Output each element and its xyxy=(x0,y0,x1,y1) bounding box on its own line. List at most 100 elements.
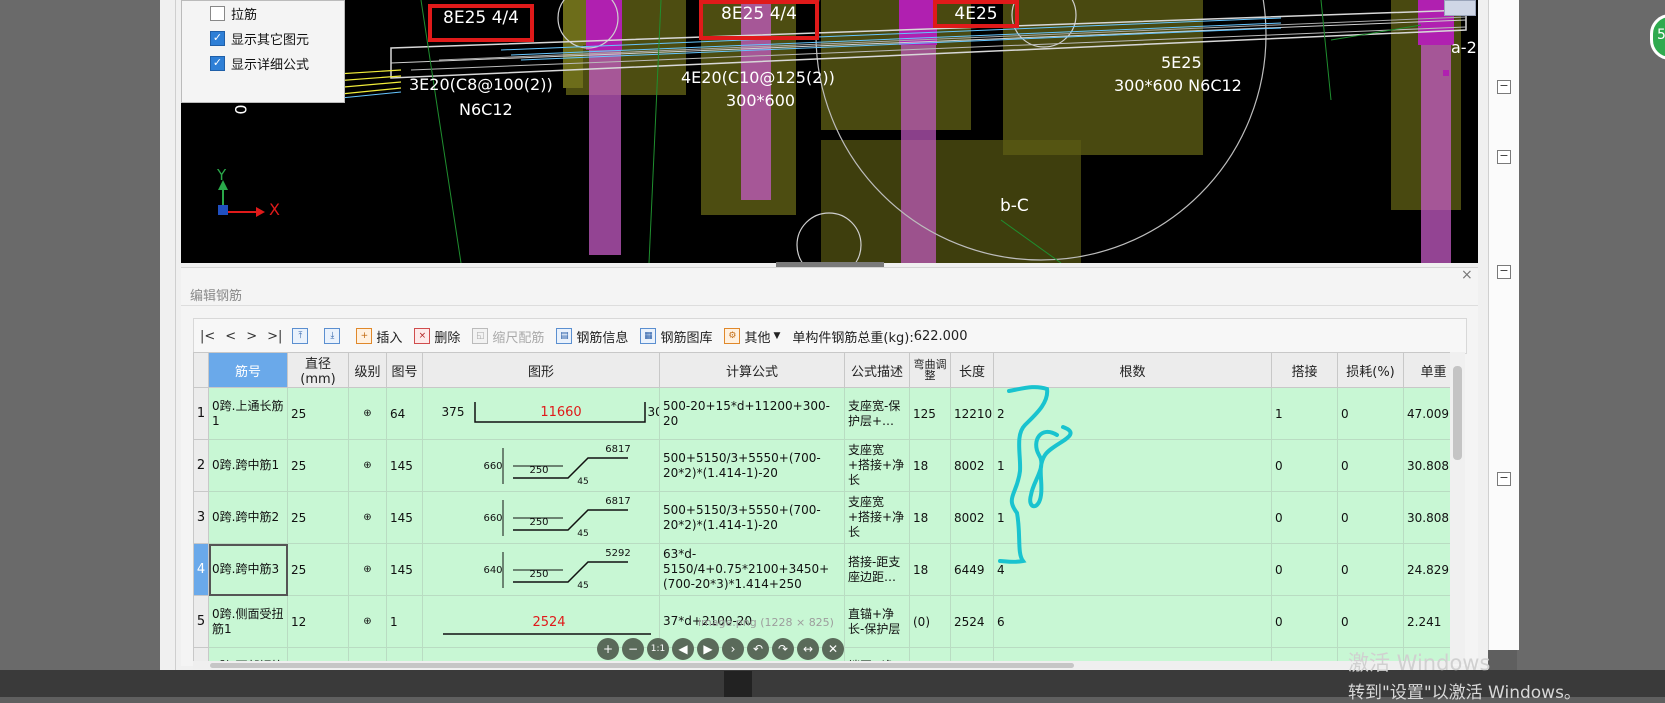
rebar-name-cell[interactable]: 0跨.侧面受扭筋1 xyxy=(208,595,288,648)
bend-adjust-cell[interactable]: 18 xyxy=(909,543,951,596)
rebar-name-cell[interactable]: 0跨.跨中筋3 xyxy=(208,543,288,596)
formula-cell[interactable]: 63*d-5150/4+0.75*2100+3450+(700-20*3)*1.… xyxy=(659,543,845,596)
grade-cell[interactable]: ⊕ xyxy=(348,491,387,544)
delete-button[interactable]: × 删除 xyxy=(414,327,460,346)
column-header[interactable]: 图形 xyxy=(422,352,660,388)
fit-width-button[interactable]: ↔ xyxy=(797,638,819,660)
column-header[interactable]: 筋号 xyxy=(208,352,288,388)
row-number[interactable]: 5 xyxy=(193,595,209,648)
rebar-name-cell[interactable]: 0跨.上通长筋1 xyxy=(208,387,288,440)
formula-description-cell[interactable]: 直锚+净长-保护层 xyxy=(844,595,910,648)
rebar-library-button[interactable]: ▦ 钢筋图库 xyxy=(640,327,712,346)
bend-adjust-cell[interactable]: 125 xyxy=(909,387,951,440)
formula-cell[interactable]: 500+5150/3+5550+(700-20*2)*(1.414-1)-20 xyxy=(659,439,845,492)
next-image-button[interactable]: ▶ xyxy=(697,638,719,660)
column-header[interactable]: 图号 xyxy=(386,352,423,388)
unit-weight-cell[interactable]: 2.241 xyxy=(1403,595,1450,648)
forward-button[interactable]: › xyxy=(722,638,744,660)
grade-cell[interactable]: ⊕ xyxy=(348,543,387,596)
grade-cell[interactable]: ⊕ xyxy=(348,439,387,492)
diameter-cell[interactable]: 25 xyxy=(287,439,349,492)
shape-cell[interactable]: 6817 660 250 45 xyxy=(422,491,660,544)
column-header[interactable]: 计算公式 xyxy=(659,352,845,388)
rotate-right-button[interactable]: ↷ xyxy=(772,638,794,660)
table-row[interactable]: 10跨.上通长筋125⊕6437511660300500-20+15*d+112… xyxy=(193,387,1450,440)
view-grid-icon[interactable] xyxy=(1444,0,1476,16)
scale-rebar-button[interactable]: ◱ 缩尺配筋 xyxy=(472,327,544,346)
rebar-label-box[interactable]: 8E25 4/4 xyxy=(428,4,534,42)
count-cell[interactable]: 6 xyxy=(993,595,1272,648)
column-header[interactable]: 根数 xyxy=(993,352,1272,388)
column-header[interactable]: 级别 xyxy=(348,352,387,388)
collapse-icon[interactable]: − xyxy=(1497,150,1511,164)
table-row[interactable]: 2 0跨.跨中筋1 25 ⊕ 145 6817 660 250 45 500+5150/3+555… xyxy=(193,439,1450,492)
diameter-cell[interactable]: 25 xyxy=(287,387,349,440)
collapse-icon[interactable]: − xyxy=(1497,80,1511,94)
checkbox-show-formula[interactable]: ✓ xyxy=(210,56,225,71)
diameter-cell[interactable]: 25 xyxy=(287,491,349,544)
column-header[interactable]: 搭接 xyxy=(1271,352,1338,388)
checkbox-show-others[interactable]: ✓ xyxy=(210,31,225,46)
next-record-button[interactable]: > xyxy=(246,329,257,344)
diameter-cell[interactable]: 25 xyxy=(287,543,349,596)
shape-cell[interactable]: 375 11660 300 xyxy=(422,387,660,440)
option-row[interactable]: 拉筋 xyxy=(182,1,344,26)
collapse-icon[interactable]: − xyxy=(1497,472,1511,486)
row-number[interactable]: 1 xyxy=(193,387,209,440)
collapse-icon[interactable]: − xyxy=(1497,265,1511,279)
formula-description-cell[interactable]: 支座宽-保护层+… xyxy=(844,387,910,440)
loss-cell[interactable]: 0 xyxy=(1337,387,1404,440)
lap-cell[interactable]: 0 xyxy=(1271,491,1338,544)
prev-image-button[interactable]: ◀ xyxy=(672,638,694,660)
loss-cell[interactable]: 0 xyxy=(1337,543,1404,596)
formula-cell[interactable]: 500-20+15*d+11200+300-20 xyxy=(659,387,845,440)
figure-number-cell[interactable]: 1 xyxy=(386,595,423,648)
rebar-info-button[interactable]: ▤ 钢筋信息 xyxy=(556,327,628,346)
bend-adjust-cell[interactable]: 18 xyxy=(909,491,951,544)
vertical-scroll-thumb[interactable] xyxy=(1453,366,1462,460)
unit-weight-cell[interactable]: 24.829 xyxy=(1403,543,1450,596)
diameter-cell[interactable]: 12 xyxy=(287,595,349,648)
length-cell[interactable]: 8002 xyxy=(950,491,994,544)
bend-adjust-cell[interactable]: 18 xyxy=(909,439,951,492)
lap-cell[interactable]: 0 xyxy=(1271,543,1338,596)
actual-size-button[interactable]: 1:1 xyxy=(647,638,669,660)
shape-cell[interactable]: 5292 640 250 45 xyxy=(422,543,660,596)
prev-record-button[interactable]: < xyxy=(225,329,236,344)
column-header[interactable]: 单重 xyxy=(1403,352,1450,388)
loss-cell[interactable]: 0 xyxy=(1337,491,1404,544)
length-cell[interactable]: 8002 xyxy=(950,439,994,492)
loss-cell[interactable]: 0 xyxy=(1337,439,1404,492)
first-record-button[interactable]: |< xyxy=(200,329,215,344)
rotate-left-button[interactable]: ↶ xyxy=(747,638,769,660)
option-row[interactable]: ✓ 显示其它图元 xyxy=(182,26,344,51)
lap-cell[interactable]: 0 xyxy=(1271,439,1338,492)
table-row[interactable]: 3 0跨.跨中筋2 25 ⊕ 145 6817 660 250 45 500+5150/3+555… xyxy=(193,491,1450,544)
table-row[interactable]: 4 0跨.跨中筋3 25 ⊕ 145 5292 640 250 45 63*d-5150/4+0.… xyxy=(193,543,1450,596)
zoom-in-button[interactable]: + xyxy=(597,638,619,660)
last-record-button[interactable]: >| xyxy=(267,329,282,344)
unit-weight-cell[interactable]: 30.808 xyxy=(1403,491,1450,544)
other-menu-button[interactable]: ⚙ 其他 ▼ xyxy=(724,327,780,346)
figure-number-cell[interactable]: 64 xyxy=(386,387,423,440)
rebar-name-cell[interactable]: 0跨.跨中筋2 xyxy=(208,491,288,544)
checkbox-lajin[interactable] xyxy=(210,6,225,21)
move-down-button[interactable]: ⤓ xyxy=(324,328,344,344)
grade-cell[interactable]: ⊕ xyxy=(348,387,387,440)
unit-weight-cell[interactable]: 30.808 xyxy=(1403,439,1450,492)
row-number[interactable]: 3 xyxy=(193,491,209,544)
column-header[interactable]: 损耗(%) xyxy=(1337,352,1404,388)
length-cell[interactable]: 12210 xyxy=(950,387,994,440)
formula-cell[interactable]: 500+5150/3+5550+(700-20*2)*(1.414-1)-20 xyxy=(659,491,845,544)
row-number[interactable]: 2 xyxy=(193,439,209,492)
length-cell[interactable]: 2524 xyxy=(950,595,994,648)
figure-number-cell[interactable]: 145 xyxy=(386,543,423,596)
close-viewer-button[interactable]: ✕ xyxy=(822,638,844,660)
lap-cell[interactable]: 1 xyxy=(1271,387,1338,440)
rebar-name-cell[interactable]: 0跨.跨中筋1 xyxy=(208,439,288,492)
formula-description-cell[interactable]: 搭接-距支座边距… xyxy=(844,543,910,596)
column-header[interactable]: 长度 xyxy=(950,352,994,388)
grade-cell[interactable]: ⊕ xyxy=(348,595,387,648)
move-up-button[interactable]: ⤒ xyxy=(292,328,312,344)
column-header[interactable]: 直径(mm) xyxy=(287,352,349,388)
